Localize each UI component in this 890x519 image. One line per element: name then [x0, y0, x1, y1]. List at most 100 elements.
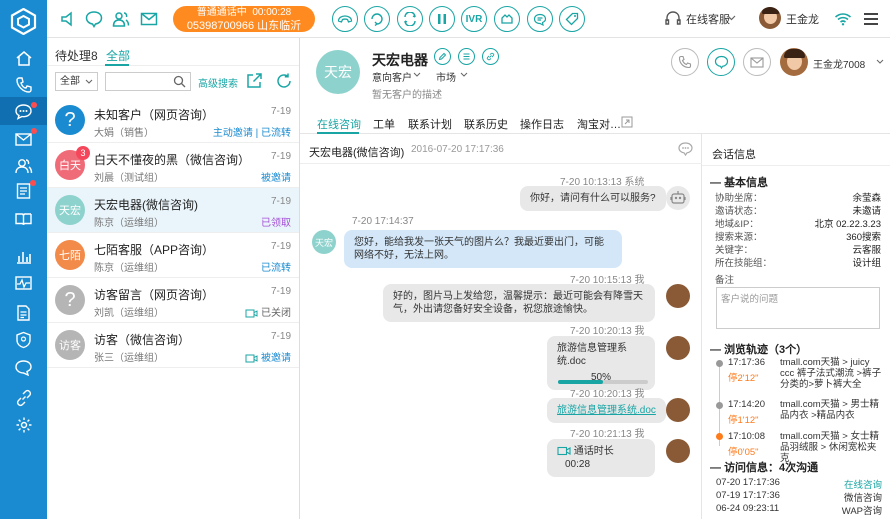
filter-select[interactable]: 全部 [55, 72, 98, 91]
expand-icon[interactable] [621, 116, 633, 128]
list-item-status: 被邀请 [261, 169, 291, 184]
filter-select-value: 全部 [60, 76, 80, 87]
customer-avatar: 天宏 [316, 50, 360, 94]
tag-button[interactable] [559, 6, 585, 32]
call-number: 05398700966 山东临沂 [186, 20, 302, 32]
phone-icon[interactable] [11, 74, 36, 96]
file-link[interactable]: 旅游信息管理系统.doc [547, 398, 666, 423]
menu-icon[interactable] [864, 12, 878, 26]
customer-tag-market[interactable]: 市场 [436, 69, 456, 84]
chat-bubble-icon[interactable] [84, 9, 104, 29]
chevron-down-icon[interactable] [413, 72, 421, 77]
shield-icon[interactable] [11, 329, 36, 351]
list-item-status-text: 被邀请 [261, 173, 291, 184]
trail-label: 浏览轨迹（3个） [724, 344, 808, 356]
report-icon[interactable] [11, 302, 36, 324]
list-item[interactable]: 访客 访客（微信咨询） 张三（运维组） 7-19 被邀请 [47, 323, 299, 368]
info-key: 搜索来源： [715, 232, 763, 243]
chat-date: 2016-07-20 17:17:36 [411, 144, 504, 155]
agent-avatar [666, 284, 690, 308]
call-customer-button[interactable] [671, 48, 699, 76]
home-icon[interactable] [11, 47, 36, 69]
basic-info-title: — 基本信息 [710, 177, 769, 189]
link-icon[interactable] [482, 48, 499, 65]
list-item[interactable]: 七陌 七陌客服（APP咨询） 陈京（运维组） 7-19 已流转 [47, 233, 299, 278]
agent-status[interactable]: 在线客服 [686, 11, 730, 27]
tab-taobao[interactable]: 淘宝对… [577, 116, 621, 132]
info-key: 邀请状态： [715, 206, 763, 217]
call-status-pill[interactable]: 普通通话中 00:00:28 05398700966 山东临沂 [173, 6, 315, 32]
info-value: 未邀请 [852, 206, 881, 217]
monitor-icon[interactable] [11, 272, 36, 294]
chevron-down-icon[interactable] [460, 72, 468, 77]
visit-channel: WAP咨询 [841, 506, 882, 517]
list-item-status-text: 已关闭 [261, 308, 291, 319]
list-item[interactable]: ? 未知客户（网页咨询） 大娟（销售） 7-19 主动邀请 | 已流转 [47, 98, 299, 143]
tab-all[interactable]: 全部 [106, 47, 130, 64]
message-bubble: 您好，能给我发一张天气的图片么？我最近要出门，可能网络不好，无法上网。 [344, 230, 622, 268]
list-item[interactable]: 天宏 天宏电器(微信咨询) 陈京（运维组） 7-19 已领取 [47, 188, 299, 233]
pause-button[interactable] [429, 6, 455, 32]
envelope-icon[interactable] [139, 9, 159, 29]
message-meta: 7-20 10:20:13 我 [570, 326, 645, 337]
visit-channel: 微信咨询 [843, 493, 882, 504]
edit-icon[interactable] [434, 48, 451, 65]
tab-contact-plan[interactable]: 联系计划 [408, 116, 452, 132]
agent-avatar [666, 336, 690, 360]
search-input[interactable] [105, 72, 191, 91]
stats-icon[interactable] [11, 245, 36, 267]
chat-more-icon[interactable] [677, 141, 694, 157]
visit-date: 07-20 17:17:36 [716, 477, 780, 488]
users-icon[interactable] [111, 9, 131, 29]
book-icon[interactable] [11, 208, 36, 230]
trail-page[interactable]: tmall.com天猫 > juicy ccc 裤子法式潮流 >裤子分类的>萝卜… [780, 357, 885, 390]
refresh-icon[interactable] [275, 72, 293, 90]
ivr-button[interactable]: IVR [461, 6, 487, 32]
speaker-icon[interactable] [59, 9, 79, 29]
list-item[interactable]: 白天 3 白天不懂夜的黑（微信咨询） 刘晨（测试组） 7-19 被邀请 [47, 143, 299, 188]
settings-icon[interactable] [11, 414, 36, 436]
hangup-button[interactable] [332, 6, 358, 32]
info-value: 360搜索 [846, 232, 881, 243]
user-name[interactable]: 王金龙 [786, 11, 819, 27]
tab-contact-history[interactable]: 联系历史 [464, 116, 508, 132]
contacts-icon[interactable] [11, 154, 36, 176]
chat-customer-button[interactable] [707, 48, 735, 76]
agent-name[interactable]: 王金龙7008 [813, 56, 865, 71]
sms-button[interactable] [527, 6, 553, 32]
transfer-button[interactable] [364, 6, 390, 32]
tab-pending[interactable]: 待处理8 [55, 47, 98, 64]
customer-tag-intent[interactable]: 意向客户 [372, 69, 412, 84]
consult-button[interactable] [397, 6, 423, 32]
tasks-icon[interactable] [11, 180, 36, 202]
list-item[interactable]: ? 访客留言（网页咨询） 刘凯（运维组） 7-19 已关闭 [47, 278, 299, 323]
avatar[interactable] [759, 7, 781, 29]
link-icon[interactable] [11, 387, 36, 409]
list-item-status-text: 已领取 [261, 218, 291, 229]
chat-icon[interactable] [0, 97, 47, 125]
message-icon[interactable] [11, 356, 36, 378]
tab-ticket[interactable]: 工单 [373, 116, 395, 132]
info-key: 关键字： [715, 245, 754, 256]
tab-operation-log[interactable]: 操作日志 [520, 116, 564, 132]
chevron-down-icon[interactable] [727, 15, 736, 21]
search-icon[interactable] [173, 75, 186, 88]
list-item-status-text: 主动邀请 [212, 128, 253, 139]
satisfaction-button[interactable] [494, 6, 520, 32]
unread-badge: 3 [76, 146, 90, 160]
list-item-title: 天宏电器(微信咨询) [94, 198, 198, 212]
email-customer-button[interactable] [743, 48, 771, 76]
advanced-search-link[interactable]: 高级搜索 [198, 75, 238, 90]
upload-progress-fill [558, 380, 603, 384]
export-icon[interactable] [245, 72, 263, 90]
trail-page[interactable]: tmall.com天猫 > 男士精品内衣 >精品内衣 [780, 399, 885, 421]
mail-icon[interactable] [11, 128, 37, 150]
chevron-down-icon[interactable] [876, 59, 884, 64]
note-textarea[interactable]: 客户说的问题 [716, 287, 880, 329]
info-value: 北京 02.22.3.23 [814, 219, 881, 230]
note-placeholder: 客户说的问题 [721, 294, 779, 305]
tab-online-consult[interactable]: 在线咨询 [317, 116, 361, 132]
list-icon[interactable] [458, 48, 475, 65]
visit-date: 06-24 09:23:11 [716, 503, 780, 514]
info-value: 云客服 [852, 245, 881, 256]
